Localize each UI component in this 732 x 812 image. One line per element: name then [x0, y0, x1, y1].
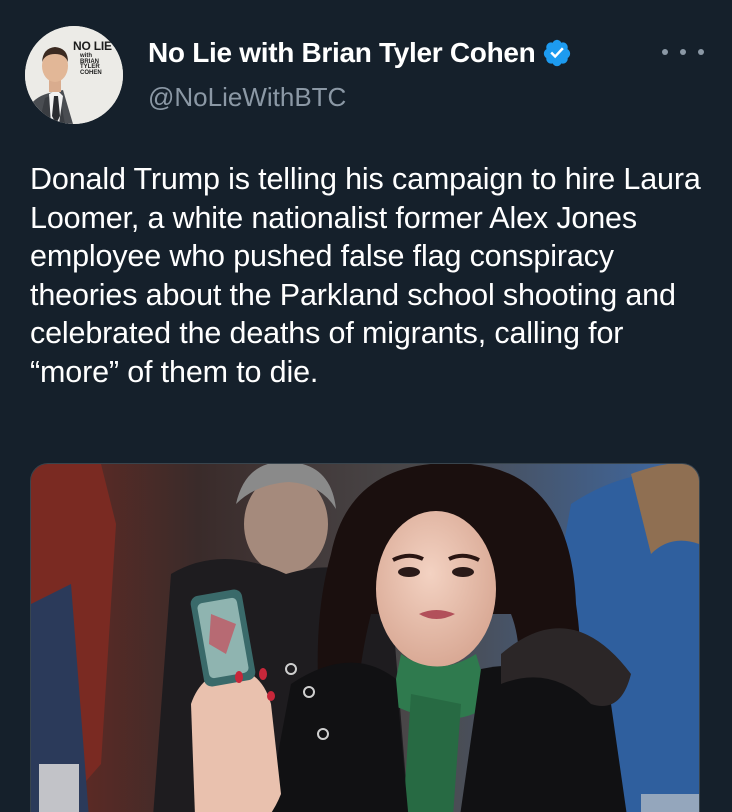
media-photo [31, 464, 699, 812]
author-name-row: No Lie with Brian Tyler Cohen [148, 37, 572, 69]
author-handle[interactable]: @NoLieWithBTC [148, 82, 346, 113]
avatar-logo-line: COHEN [80, 70, 102, 77]
verified-badge-icon [544, 39, 571, 67]
avatar-logo-title: NO LIE [73, 39, 112, 53]
more-options-icon[interactable] [662, 40, 704, 64]
more-dot [662, 49, 668, 55]
avatar-logo: NO LIE with BRIAN TYLER COHEN [73, 40, 117, 77]
tweet-text: Donald Trump is telling his campaign to … [30, 162, 701, 389]
more-dot [680, 49, 686, 55]
author-display-name[interactable]: No Lie with Brian Tyler Cohen [148, 37, 536, 69]
avatar[interactable]: NO LIE with BRIAN TYLER COHEN [25, 26, 123, 124]
more-dot [698, 49, 704, 55]
tweet-card: NO LIE with BRIAN TYLER COHEN No Lie wit… [0, 0, 732, 812]
tweet-media-image[interactable] [30, 463, 700, 812]
avatar-logo-subtitle: with BRIAN TYLER COHEN [73, 53, 117, 77]
